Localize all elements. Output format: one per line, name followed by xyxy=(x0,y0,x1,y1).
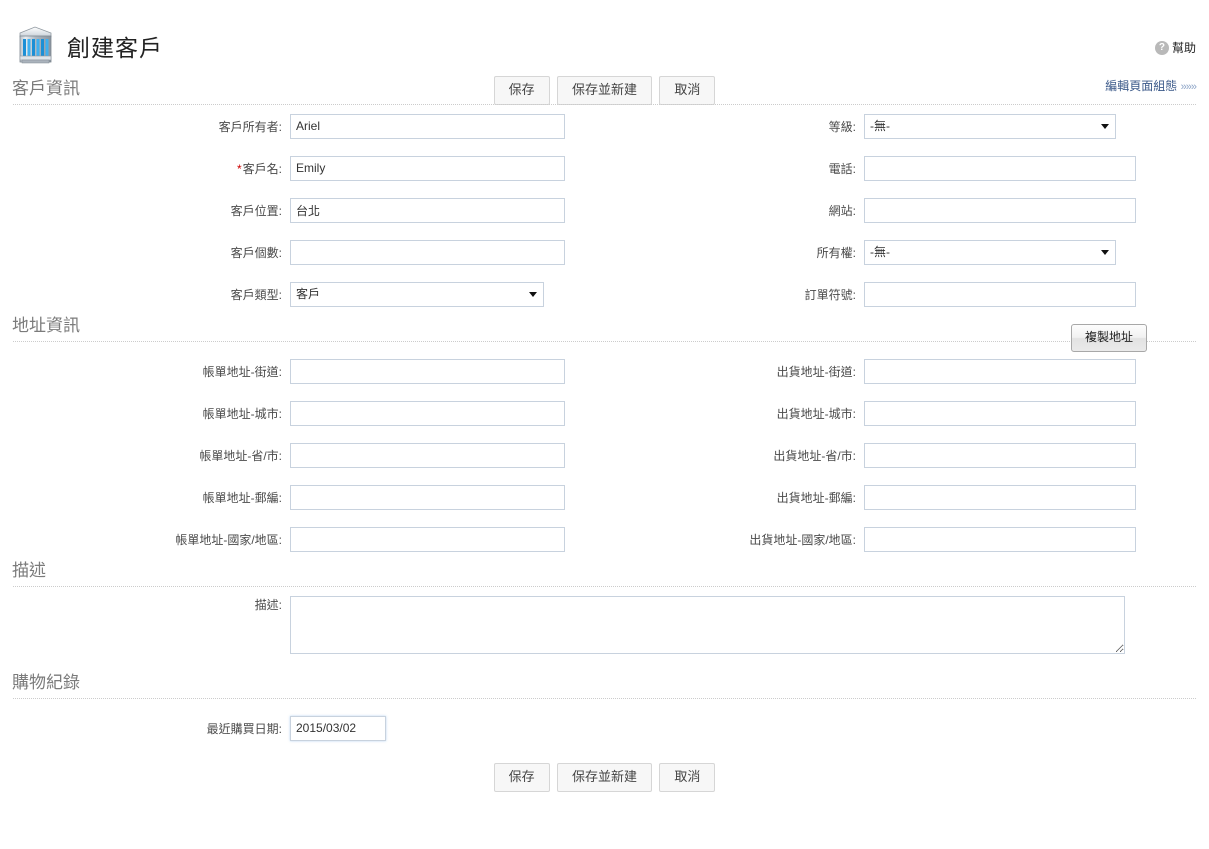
select-rating[interactable]: -無- xyxy=(864,113,1116,139)
label-account-name: *客戶名: xyxy=(0,160,290,177)
field-row-employee-count: 客戶個數: xyxy=(0,231,604,273)
help-label: 幫助 xyxy=(1171,41,1196,55)
save-and-new-button-bottom[interactable]: 保存並新建 xyxy=(556,763,652,792)
copy-address-button[interactable]: 複製地址 xyxy=(1070,324,1147,352)
field-row-phone: 電話: xyxy=(604,147,1208,189)
building-icon xyxy=(13,23,57,67)
input-shipping-state[interactable] xyxy=(864,442,1136,468)
field-row-billing-state: 帳單地址-省/市: xyxy=(0,434,604,476)
section-title-address-info: 地址資訊 xyxy=(12,316,80,335)
label-account-owner: 客戶所有者: xyxy=(218,119,282,134)
field-row-account-name: *客戶名: xyxy=(0,147,604,189)
section-address-info: 地址資訊 帳單地址-街道: 帳單地址-城市: 帳單地址-省/市: 帳單地址-郵編… xyxy=(0,315,1209,560)
label-account-site: 客戶位置: xyxy=(230,203,282,218)
field-row-ownership: 所有權: -無- xyxy=(604,231,1208,273)
field-row-description: 描述: xyxy=(0,587,1209,654)
label-ownership: 所有權: xyxy=(816,245,856,260)
field-row-last-purchase-date: 最近購買日期: xyxy=(0,707,1209,749)
page-title: 創建客戶 xyxy=(67,35,163,61)
account-info-grid: 客戶所有者: *客戶名: 客戶位置: 客戶個數: 客戶類型: 客户 xyxy=(0,105,1209,315)
label-account-name-text: 客戶名: xyxy=(242,161,282,176)
label-billing-street: 帳單地址-街道: xyxy=(202,364,282,379)
select-account-type[interactable]: 客户 xyxy=(290,281,544,307)
field-row-ticker-symbol: 訂單符號: xyxy=(604,273,1208,315)
section-divider xyxy=(13,698,1196,699)
label-shipping-state: 出貨地址-省/市: xyxy=(773,448,856,463)
input-phone[interactable] xyxy=(864,155,1136,181)
page-header: 創建客戶 ? 幫助 編輯頁面組態 »»» 保存 保存並新建 取消 xyxy=(0,0,1209,105)
label-website: 網站: xyxy=(828,203,856,218)
input-shipping-zip[interactable] xyxy=(864,484,1136,510)
field-row-website: 網站: xyxy=(604,189,1208,231)
select-wrap-account-type: 客户 xyxy=(290,281,544,307)
question-mark-icon: ? xyxy=(1154,40,1169,55)
label-shipping-zip: 出貨地址-郵編: xyxy=(776,490,856,505)
input-last-purchase-date[interactable] xyxy=(290,715,386,741)
section-account-info: 客戶資訊 客戶所有者: *客戶名: 客戶位置: 客戶個數: 客戶類型: xyxy=(0,78,1209,315)
label-shipping-city: 出貨地址-城市: xyxy=(776,406,856,421)
field-row-account-site: 客戶位置: xyxy=(0,189,604,231)
field-row-account-owner: 客戶所有者: xyxy=(0,105,604,147)
select-wrap-rating: -無- xyxy=(864,113,1116,139)
field-row-shipping-state: 出貨地址-省/市: xyxy=(604,434,1208,476)
label-phone: 電話: xyxy=(828,161,856,176)
help-link[interactable]: ? 幫助 xyxy=(1154,39,1196,56)
input-billing-street[interactable] xyxy=(290,358,565,384)
field-row-billing-country: 帳單地址-國家/地區: xyxy=(0,518,604,560)
label-account-type: 客戶類型: xyxy=(230,287,282,302)
label-description: 描述: xyxy=(254,598,282,612)
field-row-billing-street: 帳單地址-街道: xyxy=(0,350,604,392)
field-row-shipping-street: 出貨地址-街道: xyxy=(604,350,1208,392)
address-info-left-column: 帳單地址-街道: 帳單地址-城市: 帳單地址-省/市: 帳單地址-郵編: 帳單地… xyxy=(0,342,604,560)
input-billing-zip[interactable] xyxy=(290,484,565,510)
input-billing-country[interactable] xyxy=(290,526,565,552)
input-billing-state[interactable] xyxy=(290,442,565,468)
label-last-purchase-date: 最近購買日期: xyxy=(206,721,282,736)
select-wrap-ownership: -無- xyxy=(864,239,1116,265)
input-ticker-symbol[interactable] xyxy=(864,281,1136,307)
input-website[interactable] xyxy=(864,197,1136,223)
label-billing-zip: 帳單地址-郵編: xyxy=(202,490,282,505)
select-ownership[interactable]: -無- xyxy=(864,239,1116,265)
cancel-button-bottom[interactable]: 取消 xyxy=(659,763,716,792)
input-employee-count[interactable] xyxy=(290,239,565,265)
input-account-name[interactable] xyxy=(290,155,565,181)
section-title-account-info: 客戶資訊 xyxy=(12,79,80,98)
section-title-shopping-record: 購物紀錄 xyxy=(12,673,80,692)
field-row-shipping-city: 出貨地址-城市: xyxy=(604,392,1208,434)
label-shipping-country: 出貨地址-國家/地區: xyxy=(749,532,856,547)
toolbar-bottom: 保存 保存並新建 取消 xyxy=(0,749,1209,792)
field-row-rating: 等級: -無- xyxy=(604,105,1208,147)
field-row-shipping-country: 出貨地址-國家/地區: xyxy=(604,518,1208,560)
textarea-description[interactable] xyxy=(290,596,1125,654)
label-employee-count: 客戶個數: xyxy=(230,245,282,260)
address-info-grid: 帳單地址-街道: 帳單地址-城市: 帳單地址-省/市: 帳單地址-郵編: 帳單地… xyxy=(0,324,1209,560)
label-ticker-symbol: 訂單符號: xyxy=(804,287,856,302)
label-billing-city: 帳單地址-城市: xyxy=(202,406,282,421)
required-asterisk: * xyxy=(236,161,242,176)
label-shipping-street: 出貨地址-街道: xyxy=(776,364,856,379)
field-row-billing-city: 帳單地址-城市: xyxy=(0,392,604,434)
input-account-site[interactable] xyxy=(290,197,565,223)
section-title-description: 描述 xyxy=(12,561,46,580)
input-shipping-city[interactable] xyxy=(864,400,1136,426)
field-row-shipping-zip: 出貨地址-郵編: xyxy=(604,476,1208,518)
address-info-right-column: 複製地址 出貨地址-街道: 出貨地址-城市: 出貨地址-省/市: 出貨地址-郵編… xyxy=(604,324,1208,560)
section-shopping-record: 購物紀錄 最近購買日期: 保存 保存並新建 取消 xyxy=(0,672,1209,792)
label-rating: 等級: xyxy=(828,119,856,134)
input-account-owner[interactable] xyxy=(290,113,565,139)
input-shipping-street[interactable] xyxy=(864,358,1136,384)
label-billing-state: 帳單地址-省/市: xyxy=(199,448,282,463)
field-row-account-type: 客戶類型: 客户 xyxy=(0,273,604,315)
section-description: 描述 描述: xyxy=(0,560,1209,654)
account-info-left-column: 客戶所有者: *客戶名: 客戶位置: 客戶個數: 客戶類型: 客户 xyxy=(0,105,604,315)
account-info-right-column: 等級: -無- 電話: 網站: 所有權: -無- 訂單符號: xyxy=(604,105,1208,315)
label-billing-country: 帳單地址-國家/地區: xyxy=(175,532,282,547)
field-row-billing-zip: 帳單地址-郵編: xyxy=(0,476,604,518)
input-shipping-country[interactable] xyxy=(864,526,1136,552)
save-button-bottom[interactable]: 保存 xyxy=(493,763,550,792)
copy-address-wrap: 複製地址 xyxy=(1070,324,1147,352)
input-billing-city[interactable] xyxy=(290,400,565,426)
